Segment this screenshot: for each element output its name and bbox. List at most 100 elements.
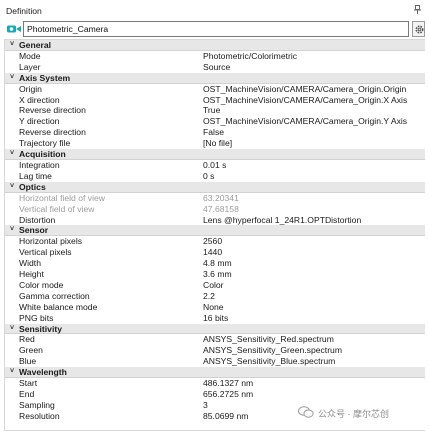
property-row-reverse-direction[interactable]: Reverse direction True: [5, 105, 425, 116]
object-name-row: [4, 21, 425, 37]
wechat-icon: [298, 406, 314, 418]
property-row-trajectory-file[interactable]: Trajectory file [No file]: [5, 138, 425, 149]
collapse-chevron-icon[interactable]: ˅: [8, 149, 16, 160]
property-name: Resolution: [19, 410, 60, 421]
property-name: Color mode: [19, 279, 64, 290]
property-row-reverse-direction[interactable]: Reverse direction False: [5, 127, 425, 138]
property-name: Layer: [19, 61, 41, 72]
property-name: Green: [19, 345, 43, 356]
property-value[interactable]: 1440: [203, 247, 425, 258]
property-name: Vertical pixels: [19, 247, 72, 258]
property-value[interactable]: Source: [203, 62, 425, 73]
property-row-x-direction[interactable]: X direction OST_MachineVision/CAMERA/Came…: [5, 95, 425, 106]
property-name: Height: [19, 269, 44, 280]
property-row-layer[interactable]: Layer Source: [5, 62, 425, 73]
property-value[interactable]: 16 bits: [203, 313, 425, 324]
category-sensor[interactable]: ˅ Sensor: [5, 225, 425, 237]
property-name: Reverse direction: [19, 127, 86, 138]
property-row-integration[interactable]: Integration 0.01 s: [5, 160, 425, 171]
pin-icon[interactable]: [414, 5, 421, 14]
category-general[interactable]: ˅ General: [5, 40, 425, 51]
property-value[interactable]: 2560: [203, 236, 425, 247]
property-name: PNG bits: [19, 312, 54, 323]
category-wavelength[interactable]: ˅ Wavelength: [5, 367, 425, 379]
collapse-chevron-icon[interactable]: ˅: [8, 225, 16, 236]
collapse-chevron-icon[interactable]: ˅: [8, 40, 16, 51]
property-row-horizontal-pixels[interactable]: Horizontal pixels 2560: [5, 236, 425, 247]
property-value[interactable]: OST_MachineVision/CAMERA/Camera_Origin.O…: [203, 84, 425, 95]
property-row-width[interactable]: Width 4.8 mm: [5, 258, 425, 269]
property-value[interactable]: 0 s: [203, 171, 425, 182]
property-row-vertical-field-of-view[interactable]: Vertical field of view 47.68158: [5, 204, 425, 215]
collapse-chevron-icon[interactable]: ˅: [8, 324, 16, 335]
property-row-end[interactable]: End 656.2725 nm: [5, 389, 425, 400]
gear-icon: [415, 25, 424, 34]
property-row-vertical-pixels[interactable]: Vertical pixels 1440: [5, 247, 425, 258]
property-value[interactable]: 656.2725 nm: [203, 389, 425, 400]
property-name: Integration: [19, 159, 60, 170]
property-name: Trajectory file: [19, 138, 71, 149]
property-row-mode[interactable]: Mode Photometric/Colorimetric: [5, 51, 425, 62]
property-name: Horizontal field of view: [19, 192, 105, 203]
watermark-text: 公众号 · 摩尔芯创: [318, 409, 389, 419]
category-label: Optics: [19, 181, 46, 192]
property-value[interactable]: None: [203, 302, 425, 313]
property-row-color-mode[interactable]: Color mode Color: [5, 280, 425, 291]
property-value[interactable]: Lens @hyperfocal 1_24R1.OPTDistortion: [203, 215, 425, 226]
property-name: End: [19, 389, 35, 399]
property-value[interactable]: ANSYS_Sensitivity_Green.spectrum: [203, 345, 425, 356]
property-row-png-bits[interactable]: PNG bits 16 bits: [5, 313, 425, 324]
property-value[interactable]: 3: [203, 400, 425, 411]
property-name: Mode: [19, 50, 41, 61]
property-row-gamma-correction[interactable]: Gamma correction 2.2: [5, 291, 425, 302]
property-value[interactable]: 4.8 mm: [203, 258, 425, 269]
property-name: Origin: [19, 83, 42, 94]
collapse-chevron-icon[interactable]: ˅: [8, 73, 16, 84]
object-name-input[interactable]: [23, 21, 409, 37]
category-label: Sensor: [19, 225, 49, 236]
property-name: Blue: [19, 356, 37, 367]
property-value[interactable]: 0.01 s: [203, 160, 425, 171]
property-value[interactable]: [No file]: [203, 138, 425, 149]
property-row-start[interactable]: Start 486.1327 nm: [5, 378, 425, 389]
property-value[interactable]: 3.6 mm: [203, 269, 425, 280]
property-row-red[interactable]: Red ANSYS_Sensitivity_Red.spectrum: [5, 334, 425, 345]
property-row-white-balance-mode[interactable]: White balance mode None: [5, 302, 425, 313]
property-value[interactable]: Color: [203, 280, 425, 291]
property-row-distortion[interactable]: Distortion Lens @hyperfocal 1_24R1.OPTDis…: [5, 215, 425, 226]
property-name: Gamma correction: [19, 290, 90, 301]
property-name: White balance mode: [19, 301, 98, 312]
category-label: Axis System: [19, 72, 71, 83]
property-value[interactable]: 486.1327 nm: [203, 378, 425, 389]
property-value[interactable]: True: [203, 105, 425, 116]
category-acquisition[interactable]: ˅ Acquisition: [5, 149, 425, 160]
property-name: Y direction: [19, 116, 60, 127]
property-row-height[interactable]: Height 3.6 mm: [5, 269, 425, 280]
camera-icon: [7, 25, 21, 33]
collapse-chevron-icon[interactable]: ˅: [8, 367, 16, 378]
category-label: Wavelength: [19, 367, 67, 378]
property-value[interactable]: Photometric/Colorimetric: [203, 51, 425, 62]
property-value[interactable]: ANSYS_Sensitivity_Red.spectrum: [203, 334, 425, 345]
property-row-blue[interactable]: Blue ANSYS_Sensitivity_Blue.spectrum: [5, 356, 425, 367]
property-row-y-direction[interactable]: Y direction OST_MachineVision/CAMERA/Came…: [5, 116, 425, 127]
property-value[interactable]: OST_MachineVision/CAMERA/Camera_Origin.Y…: [203, 116, 425, 127]
property-row-lag-time[interactable]: Lag time 0 s: [5, 171, 425, 182]
collapse-chevron-icon[interactable]: ˅: [8, 182, 16, 193]
property-value[interactable]: OST_MachineVision/CAMERA/Camera_Origin.X…: [203, 95, 425, 106]
category-axis-system[interactable]: ˅ Axis System: [5, 72, 425, 84]
settings-button[interactable]: [412, 21, 425, 37]
property-name: X direction: [19, 94, 60, 105]
property-value[interactable]: 2.2: [203, 291, 425, 302]
category-optics[interactable]: ˅ Optics: [5, 181, 425, 193]
property-value: 63.20341: [203, 192, 239, 203]
property-name: Lag time: [19, 170, 52, 181]
property-value[interactable]: False: [203, 127, 425, 138]
property-row-origin[interactable]: Origin OST_MachineVision/CAMERA/Camera_Or…: [5, 84, 425, 95]
property-value[interactable]: 85.0699 nm: [203, 411, 425, 422]
category-sensitivity[interactable]: ˅ Sensitivity: [5, 323, 425, 335]
panel-title: Definition: [6, 6, 42, 16]
property-value[interactable]: ANSYS_Sensitivity_Blue.spectrum: [203, 356, 425, 367]
property-row-green[interactable]: Green ANSYS_Sensitivity_Green.spectrum: [5, 345, 425, 356]
property-row-horizontal-field-of-view[interactable]: Horizontal field of view 63.20341: [5, 193, 425, 204]
